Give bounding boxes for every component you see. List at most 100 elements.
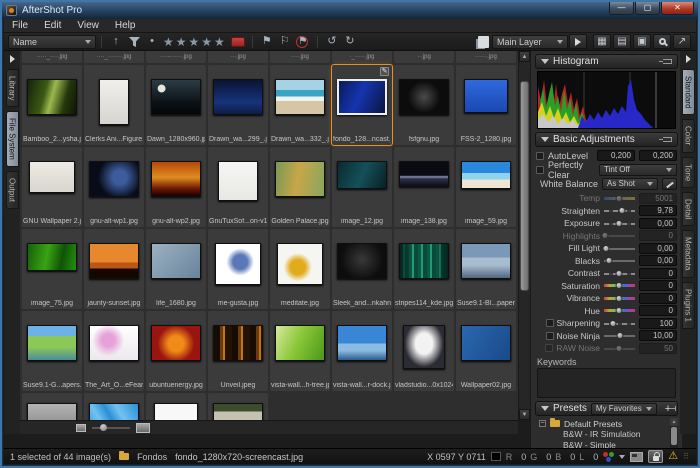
noise-ninja-value[interactable]: 10,00 (639, 330, 677, 341)
tab-tone[interactable]: Tone (682, 157, 695, 188)
grid-cell-partial[interactable]: ·····_····.jpg (22, 51, 82, 63)
grid-cell-ubuntuenergy-jpg[interactable]: ubuntuenergy.jpg (146, 311, 206, 391)
collapse-left-panel-icon[interactable] (10, 55, 15, 63)
rotate-right-icon[interactable]: ↻ (343, 35, 357, 49)
flag-checkered-icon[interactable]: ⚐ (278, 35, 292, 49)
slider-handle[interactable] (615, 220, 622, 227)
collapse-right-panel-icon[interactable] (686, 55, 691, 63)
grid-cell-dawn-1280x960-jpg[interactable]: Dawn_1280x960.jpg (146, 65, 206, 145)
close-button[interactable]: ✕ (661, 2, 694, 15)
grid-cell-vista-wall-h-tree-jpg[interactable]: vista-wall...h-tree.jpg (270, 311, 330, 391)
grid-cell-partial[interactable]: ·_·····.jpg (332, 51, 392, 63)
saturation-slider[interactable] (604, 281, 635, 290)
contrast-value[interactable]: 0 (639, 268, 677, 279)
favorites-dropdown[interactable]: My Favorites (591, 403, 657, 415)
grid-cell-partial[interactable]: ····.jpg (270, 51, 330, 63)
hue-slider[interactable] (604, 306, 635, 315)
flag-icon[interactable]: ⚑ (260, 35, 274, 49)
grid-cell-unveil-jpeg[interactable]: Unveil.jpeg (208, 311, 268, 391)
thumbnail-size-slider[interactable] (92, 427, 130, 429)
grid-cell-gnutuxsof-on-v1-jpg[interactable]: GnuTuxSof...on-v1.jpg (208, 147, 268, 227)
grid-cell-fss-2-1280-jpg[interactable]: FSS-2_1280.jpg (456, 65, 516, 145)
grid-cell[interactable] (84, 393, 144, 420)
lock-button[interactable] (648, 450, 663, 463)
autolevel-value-high[interactable]: 0,200 (639, 150, 677, 161)
fill-light-value[interactable]: 0,00 (639, 243, 677, 254)
slider-handle[interactable] (615, 345, 622, 352)
grid-cell-partial[interactable]: ····-······.jpg (146, 51, 206, 63)
straighten-value[interactable]: 9,78 (639, 205, 677, 216)
saturation-value[interactable]: 0 (639, 280, 677, 291)
sharpening-slider[interactable] (604, 319, 635, 328)
raw-noise-value[interactable]: 50 (639, 343, 677, 354)
minimize-button[interactable]: — (609, 2, 634, 15)
temp-value[interactable]: 5001 (639, 193, 677, 204)
highlights-slider[interactable] (604, 231, 635, 240)
raw-noise-checkbox[interactable] (545, 344, 553, 352)
presets-scrollbar[interactable]: ▲ (670, 418, 678, 448)
grid-cell-fondo-128-ncast-jpg[interactable]: ✎fondo_128...ncast.jpg (332, 65, 392, 145)
flag-none-icon[interactable]: ⚑ (296, 35, 310, 49)
scrollbar-thumb[interactable] (520, 81, 529, 291)
grid-cell-image-12-jpg[interactable]: image_12.jpg (332, 147, 392, 227)
grid-cell-suse9-1-bl-papers-jpg[interactable]: Suse9.1-Bl...papers.jpg (456, 229, 516, 309)
slider-handle[interactable] (615, 307, 622, 314)
tab-library[interactable]: Library (6, 69, 19, 107)
slider-handle[interactable] (615, 282, 622, 289)
scroll-up-icon[interactable]: ▲ (519, 51, 530, 62)
vibrance-value[interactable]: 0 (639, 293, 677, 304)
grid-cell-life-1680-jpg[interactable]: life_1680.jpg (146, 229, 206, 309)
grid-cell-image-75-jpg[interactable]: image_75.jpg (22, 229, 82, 309)
grid-cell-bamboo-2-ysha-jpg[interactable]: Bamboo_2...ysha.jpg (22, 65, 82, 145)
slider-handle[interactable] (602, 232, 609, 239)
sort-direction-icon[interactable]: ↑ (109, 35, 123, 49)
thumbnail-view-button[interactable]: ▦ (593, 34, 611, 49)
perfectly-clear-checkbox[interactable] (536, 166, 544, 174)
exposure-value[interactable]: 0,00 (639, 218, 677, 229)
grid-cell-clerks-ani-figure-jpg[interactable]: Clerks Ani...Figure.jpg (84, 65, 144, 145)
color-label-swatch[interactable] (231, 35, 245, 49)
tab-color[interactable]: Color (682, 119, 695, 152)
white-balance-dropdown[interactable]: As Shot (602, 178, 658, 190)
zoom-tool-button[interactable] (653, 34, 671, 49)
slider-handle[interactable] (615, 195, 622, 202)
grid-cell-vladstudio-0x1024-jpg[interactable]: vladstudio...0x1024.jpg (394, 311, 454, 391)
pin-icon[interactable] (663, 137, 672, 142)
slider-handle[interactable] (609, 320, 616, 327)
maximize-button[interactable]: ▢ (635, 2, 660, 15)
slider-handle[interactable] (100, 424, 107, 431)
blacks-value[interactable]: 0,00 (639, 255, 677, 266)
no-rating-dot-icon[interactable]: • (145, 35, 159, 49)
preview-view-button[interactable]: ▣ (633, 34, 651, 49)
sort-dropdown[interactable]: Name (8, 35, 96, 49)
eyedropper-icon[interactable] (662, 178, 677, 190)
autolevel-checkbox[interactable] (536, 152, 544, 160)
collapse-section-icon[interactable] (541, 137, 549, 142)
noise-ninja-checkbox[interactable] (546, 332, 554, 340)
preset-folder-row[interactable]: − Default Presets (539, 418, 678, 429)
preset-b-w-simple[interactable]: B&W - Simple (539, 440, 678, 448)
grid-cell-meditate-jpg[interactable]: meditate.jpg (270, 229, 330, 309)
scroll-down-icon[interactable]: ▼ (519, 409, 530, 420)
grid-cell-vista-wall-r-dock-jpg[interactable]: vista-wall...r-dock.jpg (332, 311, 392, 391)
slider-handle[interactable] (615, 295, 622, 302)
contrast-slider[interactable] (604, 269, 635, 278)
tab-output[interactable]: Output (6, 171, 19, 209)
layers-icon[interactable] (476, 35, 490, 49)
grid-cell-suse9-1-g-apers-jpg[interactable]: Suse9.1-G...apers.jpg (22, 311, 82, 391)
grid-cell-jaunty-sunset-jpg[interactable]: jaunty-sunset.jpg (84, 229, 144, 309)
slideshow-button[interactable] (569, 34, 587, 49)
grid-cell-the-art-o-efear-jpg[interactable]: The_Art_O...eFear.jpg (84, 311, 144, 391)
browse-view-button[interactable]: ▤ (613, 34, 631, 49)
fullscreen-button[interactable]: ↗ (673, 34, 691, 49)
filter-icon[interactable] (127, 35, 141, 49)
hue-value[interactable]: 0 (639, 305, 677, 316)
small-thumbnail-icon[interactable] (76, 424, 86, 432)
warning-icon[interactable]: ⚠ (668, 451, 678, 462)
grid-cell[interactable] (22, 393, 82, 420)
sharpening-checkbox[interactable] (546, 319, 554, 327)
grid-cell-partial[interactable]: ····_·······.jpg (84, 51, 144, 63)
grid-cell-wallpaper02-jpg[interactable]: Wallpaper02.jpg (456, 311, 516, 391)
temp-slider[interactable] (604, 194, 635, 203)
collapse-section-icon[interactable] (541, 59, 549, 64)
